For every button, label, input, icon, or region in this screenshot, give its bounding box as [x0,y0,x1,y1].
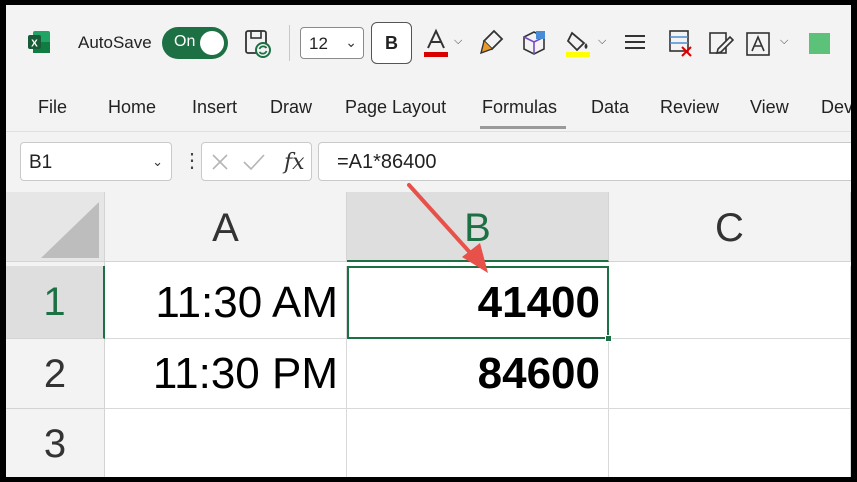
row-header-2[interactable]: 2 [6,339,105,409]
chevron-down-icon: ⌄ [345,34,357,50]
chevron-down-icon: ⌄ [152,154,163,169]
cell-c1[interactable] [609,266,851,339]
text-box-icon[interactable] [744,27,772,59]
autosave-label: AutoSave [78,33,152,52]
bold-button[interactable]: B [371,22,412,64]
svg-text:fx: fx [282,150,305,175]
cell-a1[interactable]: 11:30 AM [105,266,347,339]
tab-review[interactable]: Review [660,97,719,118]
formula-buttons: fx [201,142,312,181]
excel-window: X AutoSave On 12 ⌄ B ⌵ ⌵ ⌵ File Home Ins… [6,5,851,477]
toolbar-divider [289,25,290,61]
font-color-icon[interactable] [422,27,450,59]
cell-a2[interactable]: 11:30 PM [105,339,347,409]
select-all-triangle-icon [41,202,99,258]
tab-formulas[interactable]: Formulas [482,97,557,118]
column-header-b[interactable]: B [347,192,609,262]
insert-function-icon[interactable]: fx [282,149,306,175]
tab-data[interactable]: Data [591,97,629,118]
text-box-chevron-icon[interactable]: ⌵ [780,35,788,48]
fill-handle[interactable] [605,335,612,342]
cell-a3[interactable] [105,409,347,477]
toggle-knob [200,31,224,55]
row-header-1[interactable]: 1 [6,266,105,339]
cell-b2[interactable]: 84600 [347,339,609,409]
font-size-dropdown[interactable]: 12 ⌄ [300,27,364,59]
cell-styles-icon[interactable] [520,27,548,59]
fill-color-icon[interactable] [564,27,592,59]
fill-swatch-icon[interactable] [809,33,830,54]
tab-file[interactable]: File [38,97,67,118]
formula-value: =A1*86400 [337,151,437,173]
cell-b1[interactable]: 41400 [347,266,609,339]
column-header-c[interactable]: C [609,192,851,262]
active-tab-indicator [480,126,566,129]
cell-c3[interactable] [609,409,851,477]
row-header-3[interactable]: 3 [6,409,105,477]
autosave-toggle[interactable]: On [162,27,228,59]
quick-access-toolbar: X AutoSave On 12 ⌄ B ⌵ ⌵ ⌵ [6,5,851,83]
svg-text:X: X [31,39,38,50]
tab-view[interactable]: View [750,97,789,118]
more-options-icon[interactable]: ⋮ [182,148,202,173]
spreadsheet-grid: A B C 1 2 3 11:30 AM 41400 11:30 PM 8460… [6,192,851,477]
format-painter-icon[interactable] [478,27,506,59]
row-header-gap [6,262,105,266]
tab-draw[interactable]: Draw [270,97,312,118]
cell-c2[interactable] [609,339,851,409]
excel-logo-icon: X [28,31,50,53]
cell-b3[interactable] [347,409,609,477]
tab-page-layout[interactable]: Page Layout [345,97,446,118]
cancel-icon[interactable] [211,153,229,171]
formula-input[interactable]: =A1*86400 [318,142,851,181]
ribbon-divider [6,131,851,132]
autosave-state: On [174,33,196,50]
tab-insert[interactable]: Insert [192,97,237,118]
tab-home[interactable]: Home [108,97,156,118]
clear-formats-icon[interactable] [666,27,694,59]
tab-developer[interactable]: Dev [821,97,851,118]
column-header-a[interactable]: A [105,192,347,262]
edit-icon[interactable] [706,27,734,59]
enter-icon[interactable] [242,153,266,171]
select-all-corner[interactable] [6,192,105,262]
name-box[interactable]: B1 ⌄ [20,142,172,181]
save-icon[interactable] [243,27,273,59]
ribbon-tabs: File Home Insert Draw Page Layout Formul… [6,83,851,131]
font-color-chevron-icon[interactable]: ⌵ [454,35,462,48]
name-box-value: B1 [29,152,53,173]
fill-color-chevron-icon[interactable]: ⌵ [598,35,606,48]
font-size-value: 12 [309,34,328,53]
align-icon[interactable] [622,27,648,59]
